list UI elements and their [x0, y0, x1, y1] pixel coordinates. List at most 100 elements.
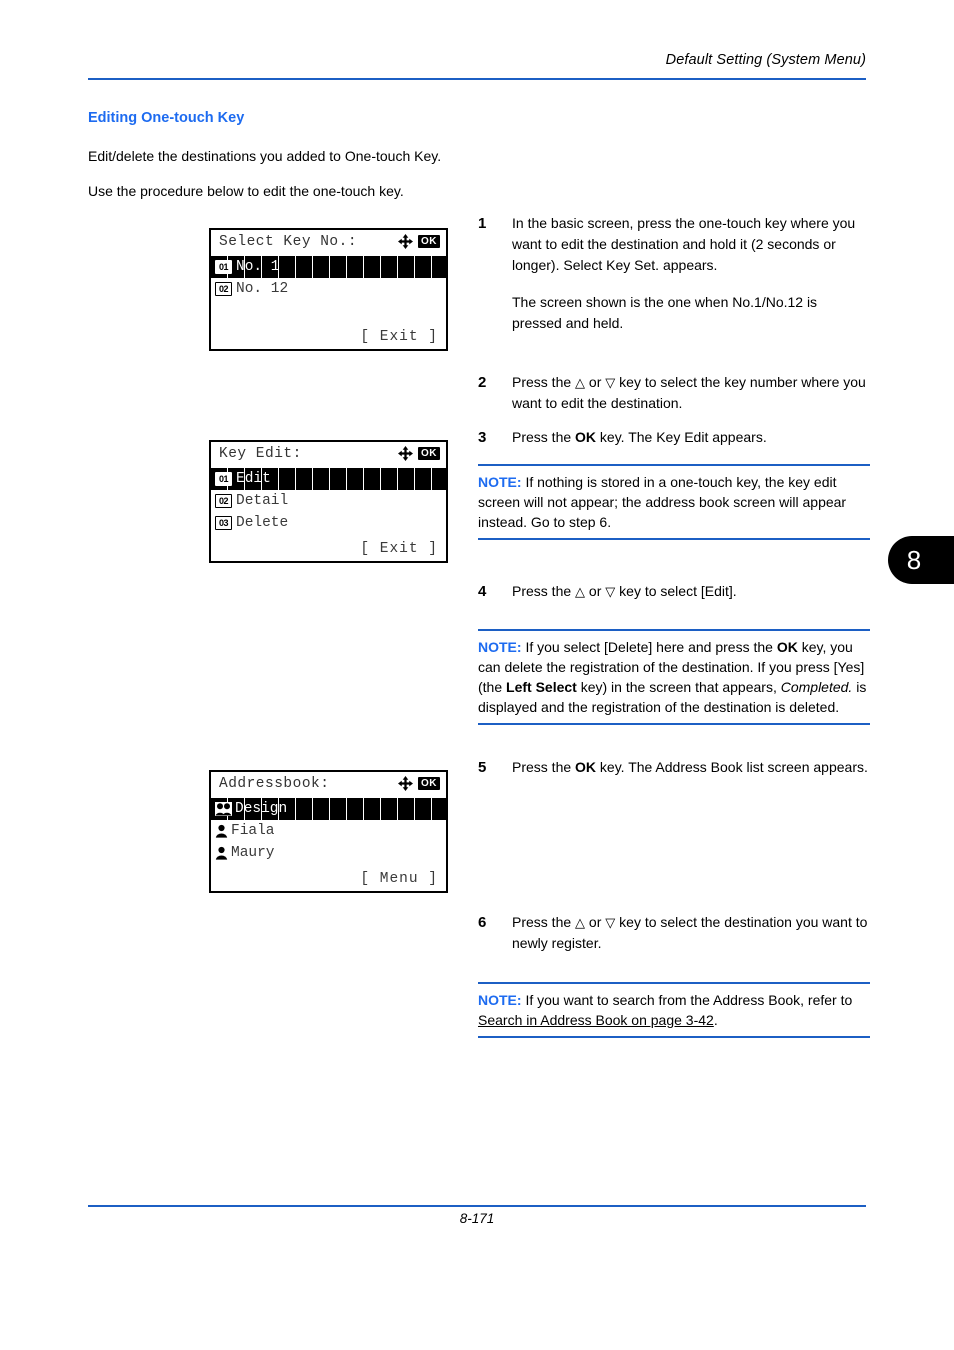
note-label: NOTE: [478, 639, 522, 655]
up-arrow-icon: △ [575, 915, 586, 930]
cross-reference-link[interactable]: Search in Address Book on page 3-42 [478, 1012, 714, 1028]
completed-message: Completed. [780, 679, 853, 695]
step-text-pre: Press the [512, 914, 576, 930]
step-number: 4 [478, 583, 487, 600]
lcd-list-item[interactable]: 01 No. 1 [211, 256, 446, 278]
note-text: If nothing is stored in a one-touch key,… [478, 474, 847, 530]
lcd-title-text: Select Key No.: [219, 234, 358, 250]
list-item-label: Maury [231, 845, 275, 861]
lcd-title-bar: Select Key No.: OK [211, 230, 446, 256]
lcd-header-icons: OK [398, 446, 440, 461]
four-way-arrow-icon [398, 446, 413, 461]
note-text: If you want to search from the Address B… [521, 992, 853, 1008]
list-item-label: Delete [236, 515, 289, 531]
ok-key-icon: OK [418, 235, 440, 248]
soft-key-exit[interactable]: [ Exit ] [211, 541, 446, 557]
step-text-pre: Press the [512, 374, 576, 390]
step-6: 6 Press the △ or ▽ key to select the des… [478, 912, 870, 954]
intro-paragraph-1: Edit/delete the destinations you added t… [88, 148, 442, 164]
chapter-tab-number: 8 [906, 544, 922, 575]
step-text-mid: or [585, 374, 606, 390]
list-item-number-badge: 02 [215, 494, 232, 508]
step-text: Press the OK key. The Address Book list … [512, 757, 868, 778]
step-number: 5 [478, 759, 487, 776]
lcd-screen-key-edit: Key Edit: OK 01 Edit 02 Detail 03 Delete… [209, 440, 448, 563]
ok-key-name: OK [575, 429, 597, 445]
step-text: Press the OK key. The Key Edit appears. [512, 427, 767, 448]
lcd-title-bar: Addressbook: OK [211, 772, 446, 798]
down-arrow-icon: ▽ [605, 584, 616, 599]
list-item-label: Detail [236, 493, 289, 509]
lcd-list-item[interactable]: 02 No. 12 [211, 278, 446, 300]
note-block-3: NOTE: If you want to search from the Add… [478, 982, 870, 1038]
list-item-number-badge: 03 [215, 516, 232, 530]
list-item-number-badge: 02 [215, 282, 232, 296]
step-number: 2 [478, 374, 487, 391]
step-text-mid: or [585, 914, 606, 930]
running-header: Default Setting (System Menu) [665, 52, 866, 68]
lcd-list-item[interactable]: 02 Detail [211, 490, 446, 512]
lcd-list-item[interactable]: 03 Delete [211, 512, 446, 534]
soft-key-exit[interactable]: [ Exit ] [211, 329, 446, 345]
ok-key-icon: OK [418, 447, 440, 460]
step-text-mid: or [585, 583, 606, 599]
step-text-pre: Press the [512, 429, 576, 445]
footer-page-number: 8-171 [459, 1211, 495, 1226]
step-1: 1 In the basic screen, press the one-tou… [478, 213, 870, 334]
list-item-label: No. 1 [236, 259, 280, 275]
person-icon [215, 846, 228, 860]
step-text-pre: Press the [512, 759, 576, 775]
intro-paragraph-2: Use the procedure below to edit the one-… [88, 183, 404, 199]
lcd-list-item[interactable]: Design [211, 798, 446, 820]
header-rule [88, 78, 866, 80]
list-item-label: Design [235, 801, 288, 817]
step-text-post: key. The Address Book list screen appear… [596, 759, 868, 775]
lcd-screen-select-key-no: Select Key No.: OK 01 No. 1 02 No. 12 [ … [209, 228, 448, 351]
person-icon [215, 824, 228, 838]
down-arrow-icon: ▽ [605, 375, 616, 390]
four-way-arrow-icon [398, 776, 413, 791]
ok-key-name: OK [776, 639, 798, 655]
step-text-post: key. The Key Edit appears. [596, 429, 767, 445]
up-arrow-icon: △ [575, 375, 586, 390]
left-select-key-name: Left Select [506, 679, 577, 695]
ok-key-name: OK [575, 759, 597, 775]
step-3: 3 Press the OK key. The Key Edit appears… [478, 427, 870, 448]
up-arrow-icon: △ [575, 584, 586, 599]
footer-rule [88, 1205, 866, 1207]
lcd-list-item[interactable]: Maury [211, 842, 446, 864]
step-text: In the basic screen, press the one-touch… [512, 215, 856, 273]
four-way-arrow-icon [398, 234, 413, 249]
step-text-pre: Press the [512, 583, 576, 599]
lcd-header-icons: OK [398, 776, 440, 791]
step-number: 3 [478, 429, 487, 446]
lcd-title-text: Addressbook: [219, 776, 330, 792]
soft-key-menu[interactable]: [ Menu ] [211, 871, 446, 887]
step-4: 4 Press the △ or ▽ key to select [Edit]. [478, 581, 870, 602]
note-text: If you select [Delete] here and press th… [521, 639, 777, 655]
step-5: 5 Press the OK key. The Address Book lis… [478, 757, 870, 778]
note-label: NOTE: [478, 474, 522, 490]
group-icon [215, 802, 232, 816]
list-item-label: No. 12 [236, 281, 289, 297]
step-number: 1 [478, 215, 487, 232]
list-item-number-badge: 01 [215, 472, 232, 486]
note-block-1: NOTE: If nothing is stored in a one-touc… [478, 464, 870, 540]
lcd-list-item[interactable]: Fiala [211, 820, 446, 842]
step-text-secondary: The screen shown is the one when No.1/No… [512, 294, 818, 331]
lcd-title-text: Key Edit: [219, 446, 302, 462]
lcd-list-item[interactable]: 01 Edit [211, 468, 446, 490]
note-block-2: NOTE: If you select [Delete] here and pr… [478, 629, 870, 725]
step-text: Press the △ or ▽ key to select the desti… [512, 912, 870, 954]
note-text: key) in the screen that appears, [576, 679, 781, 695]
list-item-number-badge: 01 [215, 260, 232, 274]
step-2: 2 Press the △ or ▽ key to select the key… [478, 372, 870, 414]
document-page: Default Setting (System Menu) 8 Editing … [0, 0, 954, 1350]
step-text: Press the △ or ▽ key to select [Edit]. [512, 581, 737, 602]
ok-key-icon: OK [418, 777, 440, 790]
step-text: Press the △ or ▽ key to select the key n… [512, 372, 870, 414]
lcd-screen-addressbook: Addressbook: OK Design Fiala Maury [Men… [209, 770, 448, 893]
note-text: . [713, 1012, 718, 1028]
list-item-label: Fiala [231, 823, 275, 839]
step-number: 6 [478, 914, 487, 931]
